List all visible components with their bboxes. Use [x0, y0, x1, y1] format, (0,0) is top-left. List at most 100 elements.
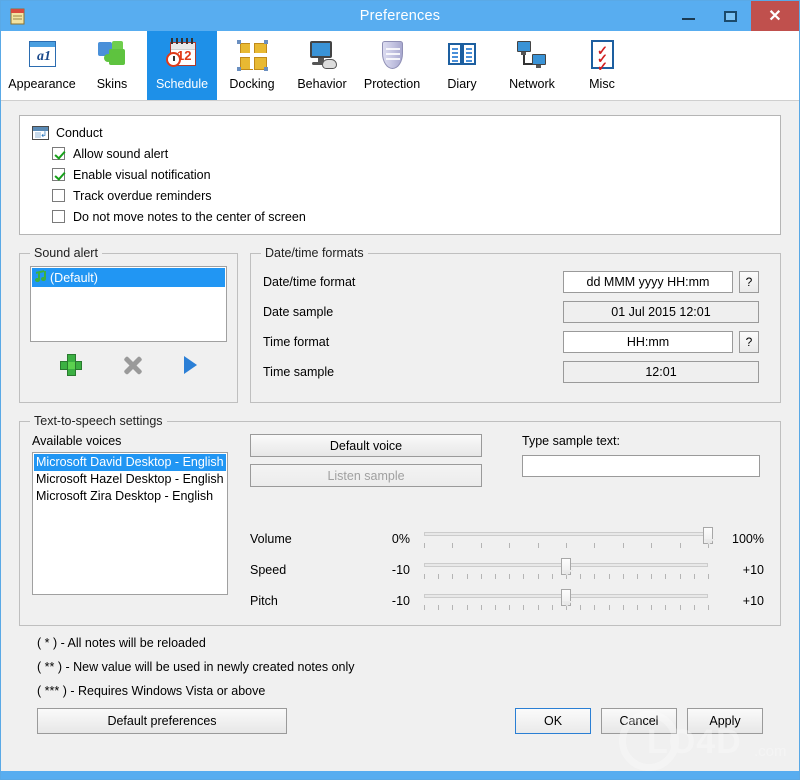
watermark-suffix: .com [754, 743, 787, 760]
preferences-toolbar: a1 Appearance Skins 12 Schedule Docking … [1, 31, 799, 101]
behavior-icon [302, 37, 342, 75]
slider-label: Pitch [250, 593, 278, 608]
tab-misc[interactable]: ✓ ✓ ✓ Misc [567, 31, 637, 100]
apply-button[interactable]: Apply [687, 708, 763, 734]
default-preferences-button[interactable]: Default preferences [37, 708, 287, 734]
footnote: ( * ) - All notes will be reloaded [37, 636, 206, 650]
date-sample-value: 01 Jul 2015 12:01 [563, 301, 759, 323]
list-item[interactable]: Microsoft David Desktop - English [34, 454, 226, 471]
tab-label: Misc [589, 77, 615, 91]
window-controls: ✕ [667, 1, 799, 31]
allow-sound-alert-checkbox[interactable] [52, 147, 65, 160]
datetime-format-input[interactable]: dd MMM yyyy HH:mm [563, 271, 733, 293]
tab-docking[interactable]: Docking [217, 31, 287, 100]
tab-label: Protection [363, 77, 421, 91]
checkbox-label: Enable visual notification [73, 167, 211, 182]
tab-network[interactable]: Network [497, 31, 567, 100]
speed-slider-row: Speed -10 +10 [250, 554, 768, 585]
time-format-help-button[interactable]: ? [739, 331, 759, 353]
listen-sample-button[interactable]: Listen sample [250, 464, 482, 487]
misc-icon: ✓ ✓ ✓ [582, 37, 622, 75]
tab-diary[interactable]: Diary [427, 31, 497, 100]
close-button[interactable]: ✕ [751, 1, 799, 31]
conduct-title: Conduct [56, 126, 103, 140]
tts-legend: Text-to-speech settings [30, 414, 167, 428]
slider-min-label: -10 [391, 593, 410, 608]
default-voice-button[interactable]: Default voice [250, 434, 482, 457]
tab-schedule[interactable]: 12 Schedule [147, 31, 217, 100]
datetime-format-row: Date/time format dd MMM yyyy HH:mm ? [263, 267, 768, 297]
skins-icon [92, 37, 132, 75]
maximize-button[interactable] [709, 1, 751, 31]
slider-thumb[interactable] [561, 588, 571, 606]
tab-behavior[interactable]: Behavior [287, 31, 357, 100]
slider-max-label: +10 [742, 593, 764, 608]
music-note-icon [34, 271, 46, 284]
conduct-panel: ↲ Conduct Allow sound alert Enable visua… [19, 115, 781, 235]
play-icon[interactable] [184, 356, 197, 374]
checkbox-row[interactable]: Enable visual notification [52, 165, 768, 184]
schedule-icon: 12 [162, 37, 202, 75]
minimize-button[interactable] [667, 1, 709, 31]
time-sample-row: Time sample 12:01 [263, 357, 768, 387]
pitch-slider-row: Pitch -10 +10 [250, 585, 768, 616]
available-voices-list[interactable]: Microsoft David Desktop - English Micros… [32, 452, 228, 595]
plus-icon[interactable] [60, 354, 82, 376]
tab-appearance[interactable]: a1 Appearance [7, 31, 77, 100]
x-icon[interactable] [122, 354, 144, 376]
sound-alert-legend: Sound alert [30, 246, 102, 260]
list-item[interactable]: Microsoft Zira Desktop - English [34, 488, 226, 505]
sound-alert-list[interactable]: (Default) [30, 266, 227, 342]
tts-sliders: Volume 0% 100% Speed -10 +10 Pitch -10 +… [250, 523, 768, 616]
checkbox-row[interactable]: Track overdue reminders [52, 186, 768, 205]
ok-button[interactable]: OK [515, 708, 591, 734]
slider-max-label: 100% [732, 531, 764, 546]
tab-label: Appearance [8, 77, 76, 91]
cancel-button[interactable]: Cancel [601, 708, 677, 734]
row-label: Time sample [263, 365, 335, 379]
preferences-content: ↲ Conduct Allow sound alert Enable visua… [1, 101, 799, 734]
checkbox-row[interactable]: Allow sound alert [52, 144, 768, 163]
tab-label: Docking [229, 77, 275, 91]
checkbox-label: Allow sound alert [73, 146, 169, 161]
sound-alert-group: Sound alert (Default) [19, 246, 238, 403]
track-overdue-reminders-checkbox[interactable] [52, 189, 65, 202]
slider-thumb[interactable] [703, 526, 713, 544]
preferences-window: Preferences ✕ a1 Appearance Skins 12 Sch… [0, 0, 800, 780]
datetime-format-help-button[interactable]: ? [739, 271, 759, 293]
footnote: ( ** ) - New value will be used in newly… [37, 660, 355, 674]
list-item-label: (Default) [50, 270, 98, 285]
slider-track[interactable] [424, 531, 708, 536]
row-label: Date sample [263, 305, 334, 319]
date-sample-row: Date sample 01 Jul 2015 12:01 [263, 297, 768, 327]
available-voices-label: Available voices [32, 434, 122, 448]
sample-text-input[interactable] [522, 455, 760, 477]
sample-text-label: Type sample text: [522, 434, 620, 448]
time-format-row: Time format HH:mm ? [263, 327, 768, 357]
list-item[interactable]: (Default) [32, 268, 225, 287]
tab-label: Schedule [155, 77, 209, 91]
enable-visual-notification-checkbox[interactable] [52, 168, 65, 181]
time-format-input[interactable]: HH:mm [563, 331, 733, 353]
do-not-move-notes-checkbox[interactable] [52, 210, 65, 223]
pitch-slider[interactable] [424, 588, 709, 613]
conduct-header: ↲ Conduct [32, 126, 768, 140]
slider-max-label: +10 [742, 562, 764, 577]
speed-slider[interactable] [424, 557, 709, 582]
tab-skins[interactable]: Skins [77, 31, 147, 100]
slider-thumb[interactable] [561, 557, 571, 575]
checkbox-label: Track overdue reminders [73, 188, 212, 203]
slider-min-label: -10 [391, 562, 410, 577]
checkbox-row[interactable]: Do not move notes to the center of scree… [52, 207, 768, 226]
time-sample-value: 12:01 [563, 361, 759, 383]
tab-protection[interactable]: Protection [357, 31, 427, 100]
slider-label: Volume [250, 531, 292, 546]
volume-slider[interactable] [424, 526, 713, 551]
list-item[interactable]: Microsoft Hazel Desktop - English [34, 471, 226, 488]
slider-ticks [424, 542, 709, 548]
sound-alert-buttons [30, 342, 227, 388]
datetime-formats-group: Date/time formats Date/time format dd MM… [250, 246, 781, 403]
docking-icon [232, 37, 272, 75]
footer-buttons: Default preferences OK Cancel Apply [37, 708, 763, 734]
title-bar: Preferences ✕ [1, 1, 799, 31]
